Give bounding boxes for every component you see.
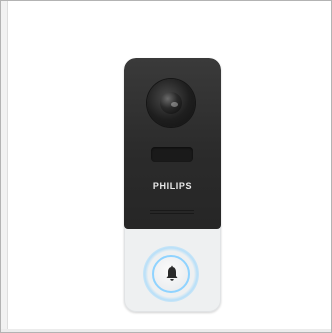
camera-lens	[160, 92, 182, 114]
bottom-edge-strip	[1, 329, 331, 332]
speaker-grille	[150, 210, 194, 214]
brand-logo: PHILIPS	[152, 181, 193, 191]
bell-icon	[166, 265, 178, 281]
doorbell-button[interactable]	[152, 255, 190, 293]
video-doorbell: PHILIPS	[124, 58, 221, 312]
doorbell-front-panel: PHILIPS	[124, 58, 221, 229]
left-edge-strip	[1, 1, 8, 332]
motion-sensor-window	[151, 147, 193, 162]
lens-reflection	[171, 102, 178, 107]
camera-lens-icon	[147, 79, 195, 127]
image-frame: PHILIPS	[0, 0, 332, 333]
